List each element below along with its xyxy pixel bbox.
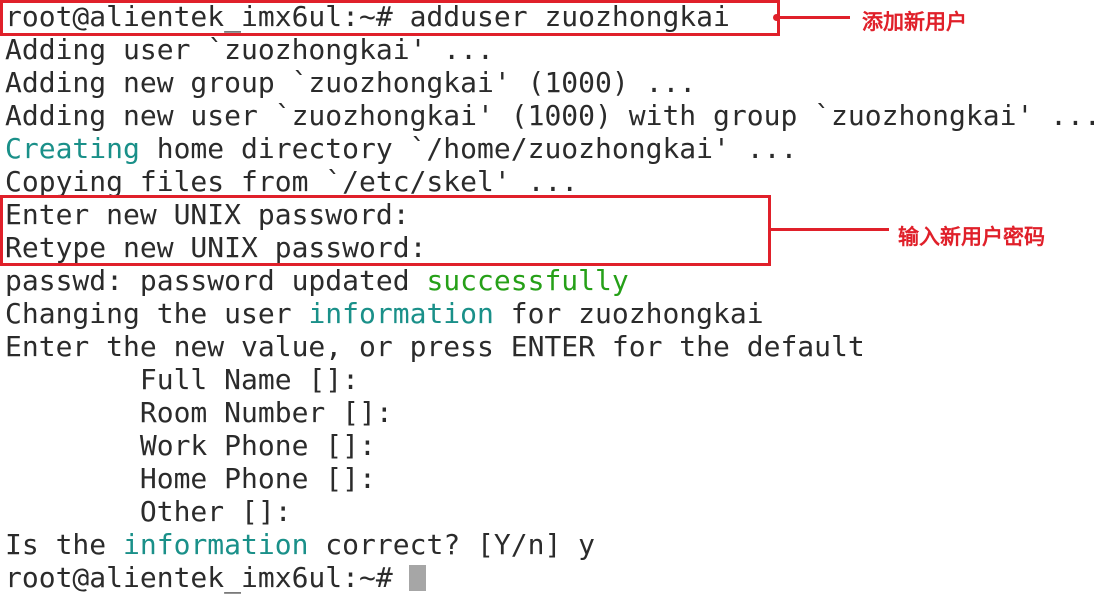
terminal-text-segment: Full Name []: — [5, 363, 360, 396]
terminal-line: Work Phone []: — [5, 429, 1103, 462]
terminal-text-segment: home directory `/home/zuozhongkai' ... — [139, 132, 798, 165]
terminal-line: Adding user `zuozhongkai' ... — [5, 33, 1103, 66]
terminal-line: Is the information correct? [Y/n] y — [5, 528, 1103, 561]
terminal-text-segment: Creating — [5, 132, 140, 165]
terminal-text-segment: passwd: password updated — [5, 264, 427, 297]
terminal-line: Other []: — [5, 495, 1103, 528]
terminal-line: root@alientek_imx6ul:~# — [5, 561, 1103, 594]
terminal-line: Copying files from `/etc/skel' ... — [5, 165, 1103, 198]
annotation-arrow-line — [771, 228, 889, 231]
terminal-text-segment: successfully — [426, 264, 629, 297]
terminal-text-segment: information — [308, 297, 494, 330]
terminal-text-segment: root@alientek_imx6ul:~# — [5, 561, 393, 594]
command-highlight-box — [0, 0, 780, 36]
terminal-text-segment: correct? [Y/n] y — [308, 528, 596, 561]
terminal-text-segment: Room Number []: — [5, 396, 393, 429]
terminal-text-segment: Enter the new value, or press ENTER for … — [5, 330, 865, 363]
annotation-label-add-user: 添加新用户 — [862, 10, 967, 34]
terminal-text-segment: Home Phone []: — [5, 462, 376, 495]
annotation-arrow-line — [778, 16, 850, 19]
text-cursor — [408, 565, 426, 591]
terminal-line: Changing the user information for zuozho… — [5, 297, 1103, 330]
terminal-text-segment: information — [123, 528, 309, 561]
terminal-line: Home Phone []: — [5, 462, 1103, 495]
terminal-line: Room Number []: — [5, 396, 1103, 429]
terminal-text-segment: Is the — [5, 528, 124, 561]
terminal-text-segment: Work Phone []: — [5, 429, 376, 462]
terminal-line: Adding new user `zuozhongkai' (1000) wit… — [5, 99, 1103, 132]
terminal-text-segment: Changing the user — [5, 297, 309, 330]
terminal-line: Full Name []: — [5, 363, 1103, 396]
terminal-line: Adding new group `zuozhongkai' (1000) ..… — [5, 66, 1103, 99]
terminal-line: Enter the new value, or press ENTER for … — [5, 330, 1103, 363]
terminal-line: passwd: password updated successfully — [5, 264, 1103, 297]
terminal-text-segment: for zuozhongkai — [493, 297, 764, 330]
terminal-line: Creating home directory `/home/zuozhongk… — [5, 132, 1103, 165]
terminal-text-segment: Adding new group `zuozhongkai' (1000) ..… — [5, 66, 697, 99]
annotation-label-password: 输入新用户密码 — [898, 225, 1045, 249]
terminal-text-segment: Copying files from `/etc/skel' ... — [5, 165, 579, 198]
terminal-text-segment: Adding user `zuozhongkai' ... — [5, 33, 494, 66]
terminal-output[interactable]: root@alientek_imx6ul:~# adduser zuozhong… — [0, 0, 1103, 594]
terminal-text-segment: Adding new user `zuozhongkai' (1000) wit… — [5, 99, 1101, 132]
password-highlight-box — [0, 195, 771, 266]
terminal-text-segment: Other []: — [5, 495, 292, 528]
